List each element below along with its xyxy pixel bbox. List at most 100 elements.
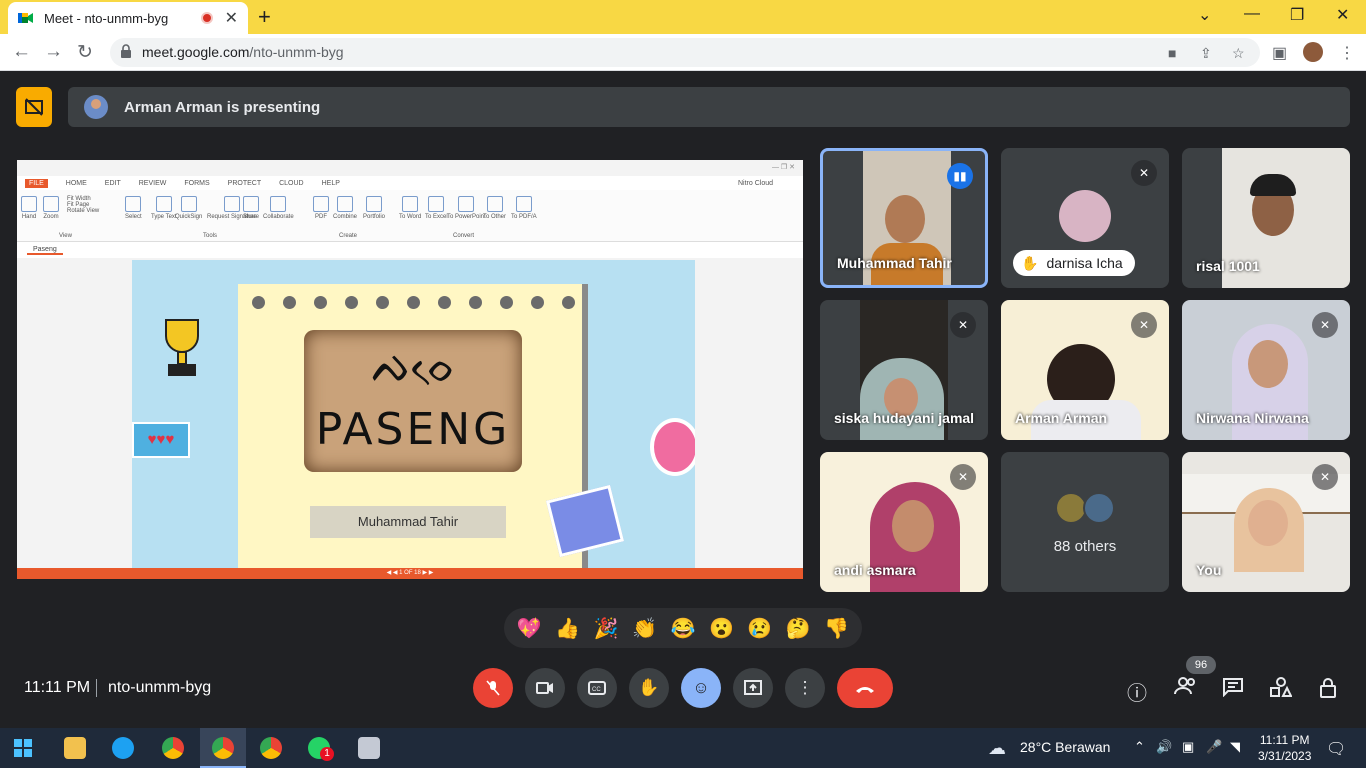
browser-titlebar: Meet - nto-unmm-byg ✕ + ⌄ — ❐ ✕: [0, 0, 1366, 34]
side-panel-icon[interactable]: ▣: [1272, 43, 1287, 63]
back-button[interactable]: ←: [12, 41, 31, 63]
taskbar-clock[interactable]: 11:11 PM 3/31/2023: [1258, 732, 1311, 764]
mic-off-icon: ✕: [1312, 312, 1338, 338]
call-end-icon: [856, 687, 874, 693]
chat-icon[interactable]: [1222, 677, 1244, 703]
others-tile[interactable]: 88 others: [1001, 452, 1169, 592]
participant-tile[interactable]: ✕ ✋ darnisa Icha: [1001, 148, 1169, 288]
reaction-thumbs-down[interactable]: 👎: [824, 616, 849, 641]
app-icon[interactable]: [358, 737, 380, 759]
participant-tile[interactable]: ✕ Arman Arman: [1001, 300, 1169, 440]
pdf-menu-tabs: FILE HOME EDIT REVIEW FORMS PROTECT CLOU…: [17, 176, 803, 190]
wifi-icon[interactable]: ◥: [1230, 739, 1240, 755]
binder-hole: [438, 296, 451, 309]
videocam-icon: [536, 682, 553, 694]
microphone-tray-icon[interactable]: 🎤: [1206, 739, 1222, 755]
reaction-party-popper[interactable]: 🎉: [594, 616, 619, 641]
binder-hole: [531, 296, 544, 309]
file-explorer-icon[interactable]: [64, 737, 86, 759]
mic-off-icon: [486, 680, 500, 696]
rb-pdf: PDF: [313, 196, 329, 220]
participant-name: Nirwana Nirwana: [1196, 410, 1309, 426]
profile-avatar[interactable]: [1303, 42, 1323, 62]
rb-portfolio: Portfolio: [363, 196, 385, 220]
share-icon[interactable]: ⇪: [1200, 45, 1212, 62]
chrome-menu-icon[interactable]: ⋮: [1339, 43, 1355, 63]
pdf-status-bar: ◀ ◀ 1 OF 18 ▶ ▶: [17, 568, 803, 579]
present-now-button[interactable]: [733, 668, 773, 708]
rb-to-pdfa: To PDF/A: [511, 196, 537, 220]
camera-in-use-icon[interactable]: ■: [1168, 45, 1176, 61]
reaction-clapping[interactable]: 👏: [632, 616, 657, 641]
windows-start-icon[interactable]: [14, 739, 32, 757]
reaction-surprised[interactable]: 😮: [709, 616, 734, 641]
mic-off-icon: ✕: [950, 464, 976, 490]
participant-tile[interactable]: risal 1001: [1182, 148, 1350, 288]
more-options-button[interactable]: ⋮: [785, 668, 825, 708]
participant-face: [885, 195, 925, 243]
self-tile[interactable]: ✕ You: [1182, 452, 1350, 592]
rb-group-convert: Convert: [453, 233, 475, 239]
meeting-details-info-icon[interactable]: ⓘ: [1127, 677, 1147, 706]
reactions-button[interactable]: ☺: [681, 668, 721, 708]
mic-toggle-button[interactable]: [473, 668, 513, 708]
restore-button[interactable]: ❐: [1290, 5, 1304, 25]
participant-tile[interactable]: ✕ siska hudayani jamal: [820, 300, 988, 440]
participant-name: risal 1001: [1196, 258, 1260, 274]
pdf-menu-protect: PROTECT: [227, 179, 262, 187]
bookmark-star-icon[interactable]: ☆: [1232, 45, 1245, 62]
pdf-menu-home: HOME: [65, 179, 87, 187]
notifications-icon[interactable]: 🗨: [1326, 739, 1346, 759]
people-icon[interactable]: [1174, 677, 1198, 701]
address-bar[interactable]: meet.google.com/nto-unmm-byg ■ ⇪ ☆: [110, 38, 1260, 67]
participant-avatar: [1059, 190, 1111, 242]
pdf-cloud-label: Nitro Cloud: [737, 179, 773, 187]
reactions-bar: 💖 👍 🎉 👏 😂 😮 😢 🤔 👎: [504, 608, 862, 648]
closed-captions-icon: CC: [588, 681, 606, 695]
browser-tab-meet[interactable]: Meet - nto-unmm-byg ✕: [8, 2, 248, 34]
chrome-icon[interactable]: [162, 737, 184, 759]
leave-call-button[interactable]: [837, 668, 893, 708]
participant-tile[interactable]: ✕ andi asmara: [820, 452, 988, 592]
host-controls-lock-icon[interactable]: [1319, 677, 1339, 705]
participant-tile[interactable]: ▮▮ Muhammad Tahir: [820, 148, 988, 288]
volume-icon[interactable]: 🔊: [1156, 739, 1172, 755]
browser-toolbar: ← → ↻ meet.google.com/nto-unmm-byg ■ ⇪ ☆…: [0, 34, 1366, 71]
raise-hand-button[interactable]: ✋: [629, 668, 669, 708]
camera-toggle-button[interactable]: [525, 668, 565, 708]
participant-tile[interactable]: ✕ Nirwana Nirwana: [1182, 300, 1350, 440]
forward-button[interactable]: →: [44, 41, 63, 63]
new-tab-button[interactable]: +: [258, 4, 271, 30]
reaction-crying[interactable]: 😢: [747, 616, 772, 641]
presenting-text: Arman Arman is presenting: [124, 98, 321, 116]
presentation-icon[interactable]: [16, 87, 52, 127]
rb-group-tools: Tools: [203, 233, 218, 239]
mic-off-icon: ✕: [1312, 464, 1338, 490]
url-text: meet.google.com/nto-unmm-byg: [142, 44, 344, 60]
window-close-button[interactable]: ✕: [1336, 5, 1349, 25]
reaction-sparkling-heart[interactable]: 💖: [517, 616, 542, 641]
rb-zoom: Zoom: [43, 196, 59, 220]
camera-tray-icon[interactable]: ▣: [1182, 739, 1194, 755]
participant-name: siska hudayani jamal: [834, 410, 975, 426]
speaking-indicator-icon: ▮▮: [947, 163, 973, 189]
participant-name: You: [1196, 562, 1222, 578]
participant-name: Arman Arman: [1015, 410, 1108, 426]
pdf-menu-help: HELP: [321, 179, 340, 187]
minimize-button[interactable]: —: [1244, 5, 1260, 23]
reaction-thinking[interactable]: 🤔: [786, 616, 811, 641]
tab-close-icon[interactable]: ✕: [225, 8, 238, 28]
activities-icon[interactable]: [1270, 677, 1293, 703]
reaction-thumbs-up[interactable]: 👍: [555, 616, 580, 641]
chrome-profile-icon[interactable]: [260, 737, 282, 759]
edge-browser-icon[interactable]: [112, 737, 134, 759]
reaction-tears-of-joy[interactable]: 😂: [671, 616, 696, 641]
weather-text[interactable]: 28°C Berawan: [1020, 739, 1110, 755]
pdf-app-titlebar: — ❐ ✕: [17, 160, 803, 176]
captions-button[interactable]: CC: [577, 668, 617, 708]
reload-button[interactable]: ↻: [77, 41, 93, 64]
rb-share: Share: [243, 196, 259, 220]
tab-search-chevron-icon[interactable]: ⌄: [1198, 5, 1211, 25]
tray-overflow-chevron-icon[interactable]: ⌃: [1134, 739, 1145, 755]
chrome-active-icon[interactable]: [212, 737, 234, 759]
